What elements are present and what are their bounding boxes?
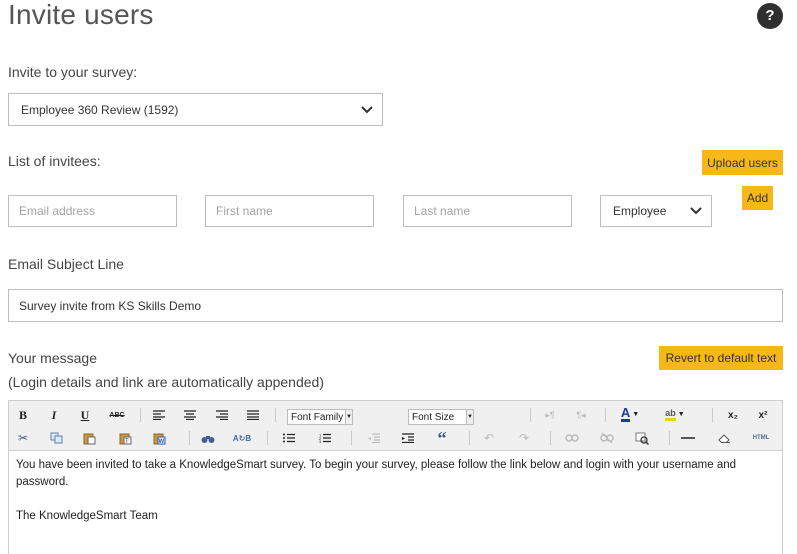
superscript-button[interactable]: x² xyxy=(755,406,771,424)
help-button[interactable]: ? xyxy=(757,3,783,29)
toolbar-divider xyxy=(605,408,606,422)
toolbar-divider xyxy=(469,431,470,445)
indent-icon[interactable] xyxy=(400,429,416,447)
invitees-label: List of invitees: xyxy=(8,153,101,169)
toolbar-divider xyxy=(351,431,352,445)
html-source-button[interactable]: HTML xyxy=(750,429,772,447)
survey-label: Invite to your survey: xyxy=(8,64,138,80)
redo-icon[interactable]: ↷ xyxy=(516,429,532,447)
role-select-value: Employee xyxy=(613,204,667,218)
bold-button[interactable]: B xyxy=(15,406,31,424)
underline-button[interactable]: U xyxy=(77,406,93,424)
paste-word-icon[interactable]: W xyxy=(151,429,167,447)
copy-icon[interactable] xyxy=(48,429,64,447)
numbered-list-icon[interactable]: 123 xyxy=(317,429,333,447)
message-note: (Login details and link are automaticall… xyxy=(8,374,324,390)
subject-label: Email Subject Line xyxy=(8,256,124,272)
message-line-1: You have been invited to take a Knowledg… xyxy=(16,459,737,471)
font-size-select[interactable]: Font Size ▼ xyxy=(408,409,474,425)
page-title: Invite users xyxy=(8,0,154,30)
toolbar-divider xyxy=(275,408,276,422)
image-icon[interactable] xyxy=(634,429,650,447)
toolbar-divider xyxy=(669,431,670,445)
message-line-2: password. xyxy=(16,476,69,488)
message-label: Your message xyxy=(8,350,97,366)
toolbar-divider xyxy=(140,408,141,422)
italic-button[interactable]: I xyxy=(46,406,62,424)
subject-field[interactable] xyxy=(8,289,783,322)
toolbar-divider xyxy=(550,431,551,445)
outdent-icon[interactable] xyxy=(366,429,382,447)
svg-text:W: W xyxy=(158,439,164,445)
blockquote-button[interactable]: “ xyxy=(434,428,450,448)
subscript-button[interactable]: x₂ xyxy=(725,406,741,424)
chevron-down-icon xyxy=(690,207,702,215)
upload-users-button[interactable]: Upload users xyxy=(702,150,783,175)
dropdown-arrow-icon: ▼ xyxy=(466,410,473,424)
survey-select[interactable]: Employee 360 Review (1592) xyxy=(8,93,383,126)
eraser-icon[interactable] xyxy=(716,429,732,447)
editor-content[interactable]: You have been invited to take a Knowledg… xyxy=(9,451,782,531)
bullet-list-icon[interactable] xyxy=(281,429,297,447)
find-icon[interactable] xyxy=(200,429,216,447)
replace-icon[interactable]: A↻B xyxy=(233,429,251,447)
text-color-icon[interactable]: A ▼ xyxy=(617,405,643,423)
align-center-icon[interactable] xyxy=(182,406,198,424)
rtl-icon[interactable]: ¶◂ xyxy=(573,406,589,424)
editor-toolbar: B I U ABC Font Family ▼ Font Size ▼ ▸¶ ¶◂ … xyxy=(9,401,782,451)
align-left-icon[interactable] xyxy=(151,406,167,424)
font-size-label: Font Size xyxy=(412,411,455,423)
svg-text:3: 3 xyxy=(319,439,322,443)
survey-select-value: Employee 360 Review (1592) xyxy=(21,102,179,117)
email-field[interactable] xyxy=(8,195,177,227)
message-editor[interactable]: B I U ABC Font Family ▼ Font Size ▼ ▸¶ ¶◂ … xyxy=(8,400,783,554)
toolbar-divider xyxy=(189,431,190,445)
link-icon[interactable] xyxy=(564,429,580,447)
highlight-color-icon[interactable]: ab ▼ xyxy=(661,405,689,423)
unlink-icon[interactable] xyxy=(599,429,615,447)
last-name-field[interactable] xyxy=(403,195,572,227)
paste-text-icon[interactable]: T xyxy=(117,429,133,447)
svg-text:T: T xyxy=(125,439,129,445)
revert-default-button[interactable]: Revert to default text xyxy=(659,346,783,370)
message-signature: The KnowledgeSmart Team xyxy=(16,510,158,522)
undo-icon[interactable]: ↶ xyxy=(481,429,497,447)
toolbar-divider xyxy=(712,408,713,422)
font-family-label: Font Family xyxy=(291,411,344,423)
role-select[interactable]: Employee xyxy=(600,195,712,227)
add-button[interactable]: Add xyxy=(742,186,773,210)
paste-icon[interactable] xyxy=(81,429,97,447)
font-family-select[interactable]: Font Family ▼ xyxy=(287,409,353,425)
first-name-field[interactable] xyxy=(205,195,374,227)
dropdown-arrow-icon: ▼ xyxy=(345,410,352,424)
chevron-down-icon xyxy=(361,105,373,113)
horizontal-rule-icon[interactable] xyxy=(679,429,697,447)
toolbar-divider xyxy=(530,408,531,422)
align-right-icon[interactable] xyxy=(214,406,230,424)
ltr-icon[interactable]: ▸¶ xyxy=(542,406,558,424)
strikethrough-button[interactable]: ABC xyxy=(106,406,128,424)
align-justify-icon[interactable] xyxy=(245,406,261,424)
toolbar-divider xyxy=(267,431,268,445)
cut-icon[interactable]: ✂ xyxy=(15,429,31,447)
